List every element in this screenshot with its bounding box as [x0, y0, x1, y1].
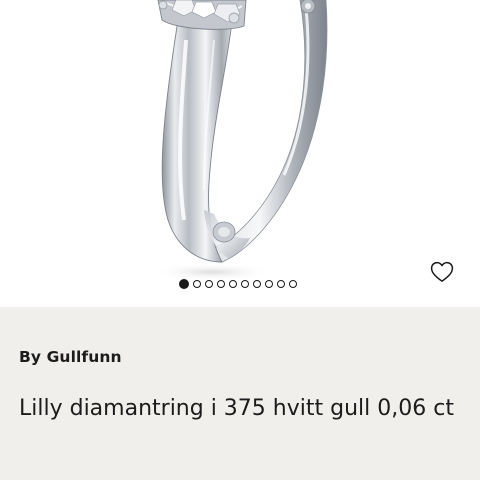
carousel-dot-1[interactable]	[179, 279, 189, 289]
ring-image	[152, 0, 328, 281]
carousel-dot-6[interactable]	[241, 280, 249, 288]
product-title: Lilly diamantring i 375 hvitt gull 0,06 …	[19, 396, 454, 421]
brand-link[interactable]: By Gullfunn	[19, 348, 122, 366]
carousel-dot-5[interactable]	[229, 280, 237, 288]
carousel-dot-7[interactable]	[253, 280, 261, 288]
product-page: By Gullfunn Lilly diamantring i 375 hvit…	[0, 0, 480, 480]
product-image-gallery[interactable]	[0, 0, 480, 307]
carousel-indicator[interactable]	[0, 278, 478, 290]
carousel-dot-3[interactable]	[205, 280, 213, 288]
carousel-dot-9[interactable]	[277, 280, 285, 288]
carousel-dot-8[interactable]	[265, 280, 273, 288]
carousel-dot-10[interactable]	[289, 280, 297, 288]
carousel-dot-4[interactable]	[217, 280, 225, 288]
carousel-dot-2[interactable]	[193, 280, 201, 288]
